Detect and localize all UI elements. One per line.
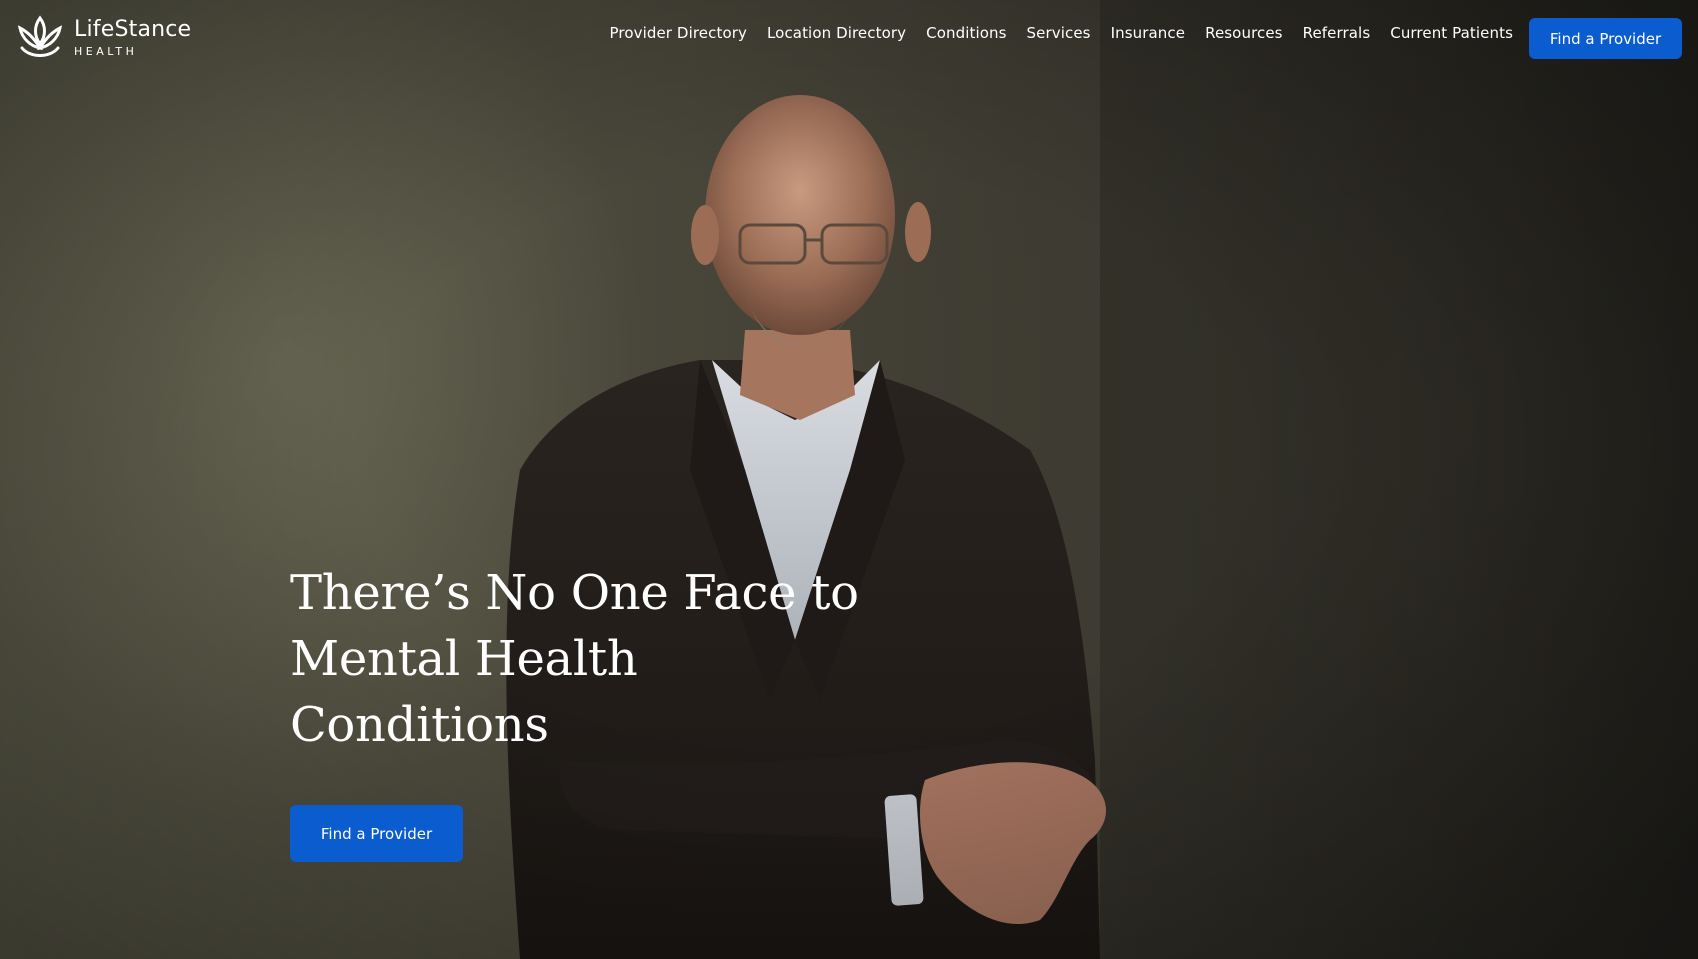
nav-item-location-directory[interactable]: Location Directory: [767, 24, 906, 42]
nav-item-conditions[interactable]: Conditions: [926, 24, 1006, 42]
nav-item-insurance[interactable]: Insurance: [1111, 24, 1186, 42]
nav-item-current-patients[interactable]: Current Patients: [1390, 24, 1513, 42]
nav-item-resources[interactable]: Resources: [1205, 24, 1283, 42]
nav-item-services[interactable]: Services: [1027, 24, 1091, 42]
hero-section: There’s No One Face to Mental Health Con…: [0, 0, 1698, 959]
brand-logo[interactable]: LifeStance HEALTH: [16, 14, 196, 62]
hero-title: There’s No One Face to Mental Health Con…: [290, 565, 859, 753]
hero-find-provider-button[interactable]: Find a Provider: [290, 805, 463, 862]
hero-vignette: [0, 0, 1698, 959]
brand-name: LifeStance: [74, 17, 192, 42]
header-find-provider-button[interactable]: Find a Provider: [1529, 18, 1682, 59]
main-nav: Provider Directory Location Directory Co…: [610, 24, 1514, 42]
nav-item-provider-directory[interactable]: Provider Directory: [610, 24, 747, 42]
brand-subtitle: HEALTH: [74, 45, 138, 58]
lotus-hands-icon: [17, 15, 63, 57]
site-header: LifeStance HEALTH Provider Directory Loc…: [0, 0, 1698, 76]
brand-wordmark: LifeStance HEALTH: [74, 17, 192, 58]
nav-item-referrals[interactable]: Referrals: [1303, 24, 1371, 42]
